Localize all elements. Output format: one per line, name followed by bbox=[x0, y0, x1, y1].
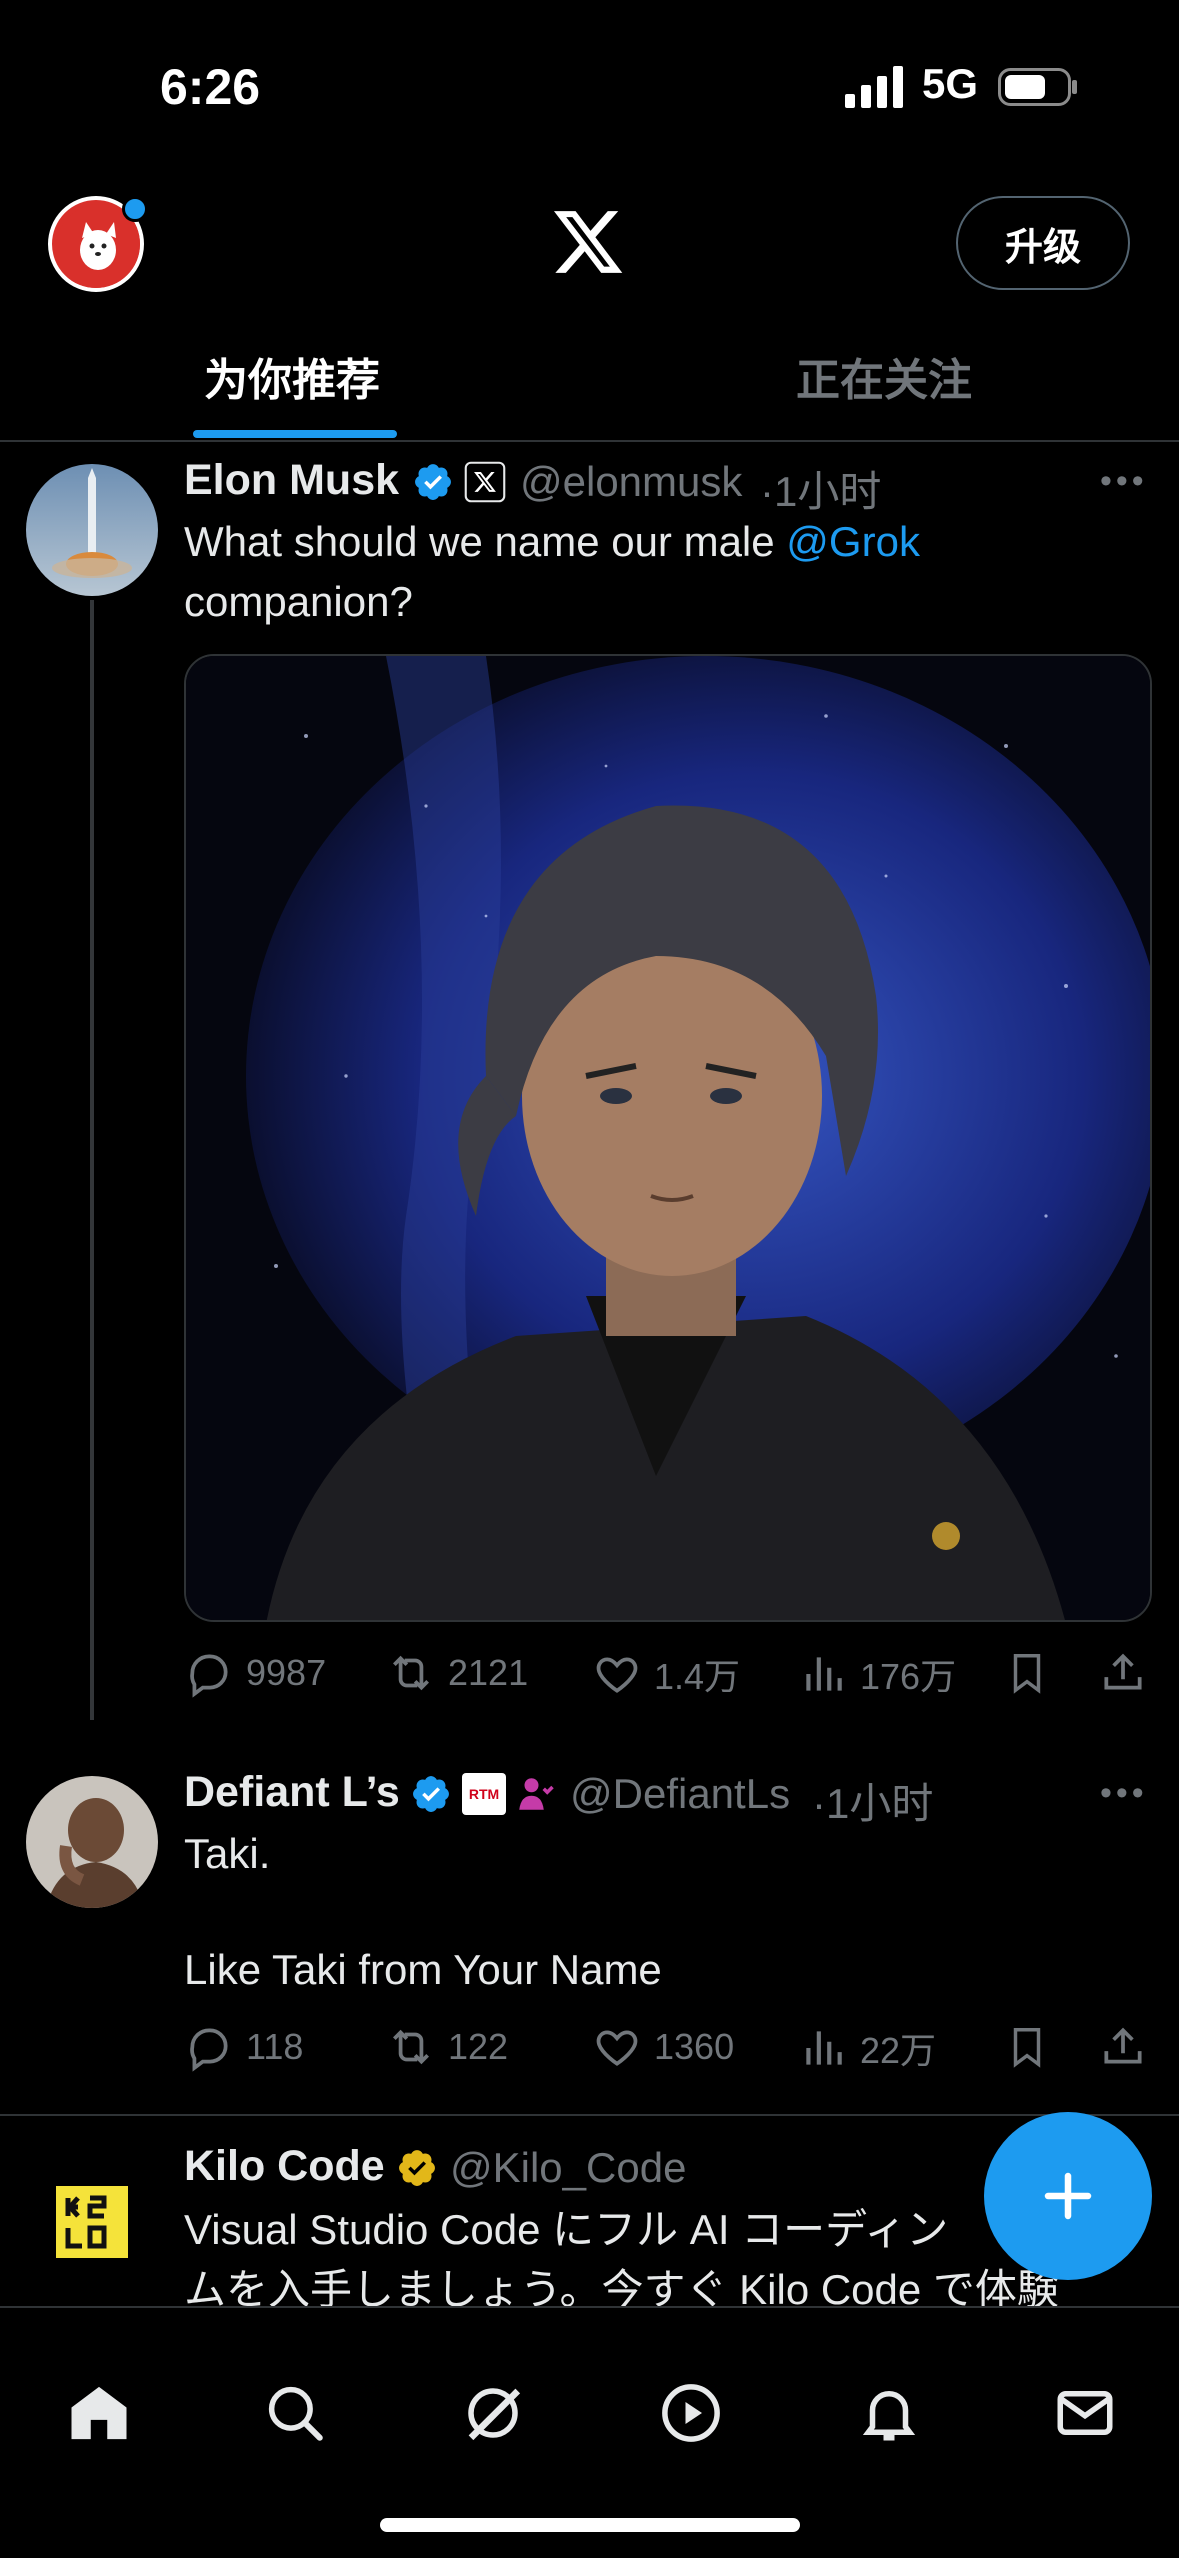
person-avatar-icon bbox=[26, 1776, 158, 1908]
mention-link[interactable]: @Grok bbox=[786, 518, 920, 565]
plus-icon bbox=[1044, 2172, 1092, 2220]
cellular-signal-icon bbox=[845, 66, 903, 108]
tweet-time: ·1小时 bbox=[812, 1780, 934, 1827]
like-button[interactable]: 1.4万 bbox=[592, 1648, 740, 1700]
verified-gold-badge-icon bbox=[399, 2150, 435, 2186]
home-icon[interactable] bbox=[66, 2380, 132, 2446]
heart-icon bbox=[596, 2030, 638, 2066]
like-count: 1360 bbox=[654, 2026, 735, 2067]
views-chart-icon bbox=[806, 2031, 842, 2065]
heart-icon bbox=[596, 1657, 638, 1693]
notification-dot bbox=[122, 196, 148, 222]
thread-line bbox=[90, 600, 94, 1720]
share-icon[interactable] bbox=[1098, 2022, 1148, 2072]
reply-icon bbox=[190, 1654, 228, 1698]
tweet-time: ·1小时 bbox=[760, 468, 882, 515]
tweet-handle[interactable]: @DefiantLs bbox=[570, 1770, 790, 1818]
bookmark-icon[interactable] bbox=[1004, 2022, 1050, 2072]
avatar[interactable] bbox=[26, 464, 158, 596]
tweet-media-image[interactable] bbox=[184, 654, 1152, 1622]
verified-badge-icon bbox=[415, 464, 451, 500]
tweet-author-name[interactable]: Kilo Code bbox=[184, 2142, 385, 2191]
kilo-code-logo-icon bbox=[56, 2186, 128, 2258]
views-chart-icon bbox=[806, 1657, 842, 1691]
reply-count: 9987 bbox=[246, 1652, 327, 1693]
share-icon[interactable] bbox=[1098, 1648, 1148, 1698]
grok-icon[interactable] bbox=[460, 2380, 526, 2446]
affiliate-badge-text: RTM bbox=[468, 1786, 500, 1802]
reply-count: 118 bbox=[246, 2026, 304, 2067]
avatar[interactable] bbox=[56, 2186, 128, 2258]
views-button[interactable]: 22万 bbox=[798, 2022, 936, 2074]
anime-portrait-image bbox=[186, 656, 1150, 1620]
tweet-author-name[interactable]: Elon Musk bbox=[184, 456, 399, 505]
tab-following[interactable]: 正在关注 bbox=[796, 344, 972, 408]
retweet-count: 2121 bbox=[448, 1652, 529, 1693]
tweet-text-line: Visual Studio Code にフル AI コーディン bbox=[184, 2206, 949, 2253]
tweet-handle[interactable]: @elonmusk bbox=[520, 458, 742, 506]
reply-icon bbox=[190, 2028, 228, 2072]
x-logo-icon[interactable] bbox=[548, 204, 628, 280]
divider bbox=[0, 2114, 1179, 2116]
tweet-handle[interactable]: @Kilo_Code bbox=[450, 2144, 686, 2192]
x-affiliate-badge-icon bbox=[464, 461, 506, 503]
active-tab-indicator bbox=[193, 430, 397, 438]
avatar[interactable] bbox=[26, 1776, 158, 1908]
video-play-icon[interactable] bbox=[658, 2380, 724, 2446]
mail-icon[interactable] bbox=[1052, 2380, 1118, 2446]
tweet-author-name[interactable]: Defiant L’s bbox=[184, 1768, 400, 1817]
view-count: 176万 bbox=[860, 1656, 957, 1697]
tweet-text-part: companion? bbox=[184, 578, 413, 625]
search-icon[interactable] bbox=[262, 2380, 328, 2446]
tweet-text-line: Taki. bbox=[184, 1830, 271, 1877]
divider bbox=[0, 440, 1179, 442]
network-type: 5G bbox=[922, 60, 979, 107]
tab-for-you[interactable]: 为你推荐 bbox=[204, 344, 380, 408]
upgrade-button[interactable]: 升级 bbox=[956, 196, 1130, 290]
more-options-icon[interactable]: ••• bbox=[1100, 462, 1148, 501]
retweet-button[interactable]: 2121 bbox=[386, 1648, 528, 1698]
battery-icon bbox=[998, 68, 1077, 106]
affiliate-badge: RTM bbox=[462, 1773, 506, 1815]
like-button[interactable]: 1360 bbox=[592, 2022, 734, 2072]
retweet-button[interactable]: 122 bbox=[386, 2022, 508, 2072]
rocket-avatar-icon bbox=[26, 464, 158, 596]
bell-icon[interactable] bbox=[856, 2380, 922, 2446]
reply-button[interactable]: 9987 bbox=[184, 1648, 326, 1698]
retweet-count: 122 bbox=[448, 2026, 509, 2067]
retweet-icon bbox=[393, 1655, 429, 1691]
views-button[interactable]: 176万 bbox=[798, 1648, 956, 1700]
retweet-icon bbox=[393, 2029, 429, 2065]
tweet-text-line: Like Taki from Your Name bbox=[184, 1946, 662, 1993]
like-count: 1.4万 bbox=[654, 1656, 741, 1697]
tweet-text-part: What should we name our male bbox=[184, 518, 787, 565]
compose-button[interactable] bbox=[984, 2112, 1152, 2280]
view-count: 22万 bbox=[860, 2030, 937, 2071]
reply-button[interactable]: 118 bbox=[184, 2022, 303, 2072]
person-emoji-icon bbox=[519, 1778, 554, 1810]
tweet-text: What should we name our male @Grok compan… bbox=[184, 512, 1084, 632]
tweet-text-line: ムを入手しましょう。今すぐ Kilo Code で体験 bbox=[184, 2266, 1059, 2306]
status-time: 6:26 bbox=[160, 59, 261, 115]
more-options-icon[interactable]: ••• bbox=[1100, 1774, 1148, 1813]
verified-badge-icon bbox=[413, 1776, 449, 1812]
bookmark-icon[interactable] bbox=[1004, 1648, 1050, 1698]
home-indicator[interactable] bbox=[380, 2518, 800, 2532]
